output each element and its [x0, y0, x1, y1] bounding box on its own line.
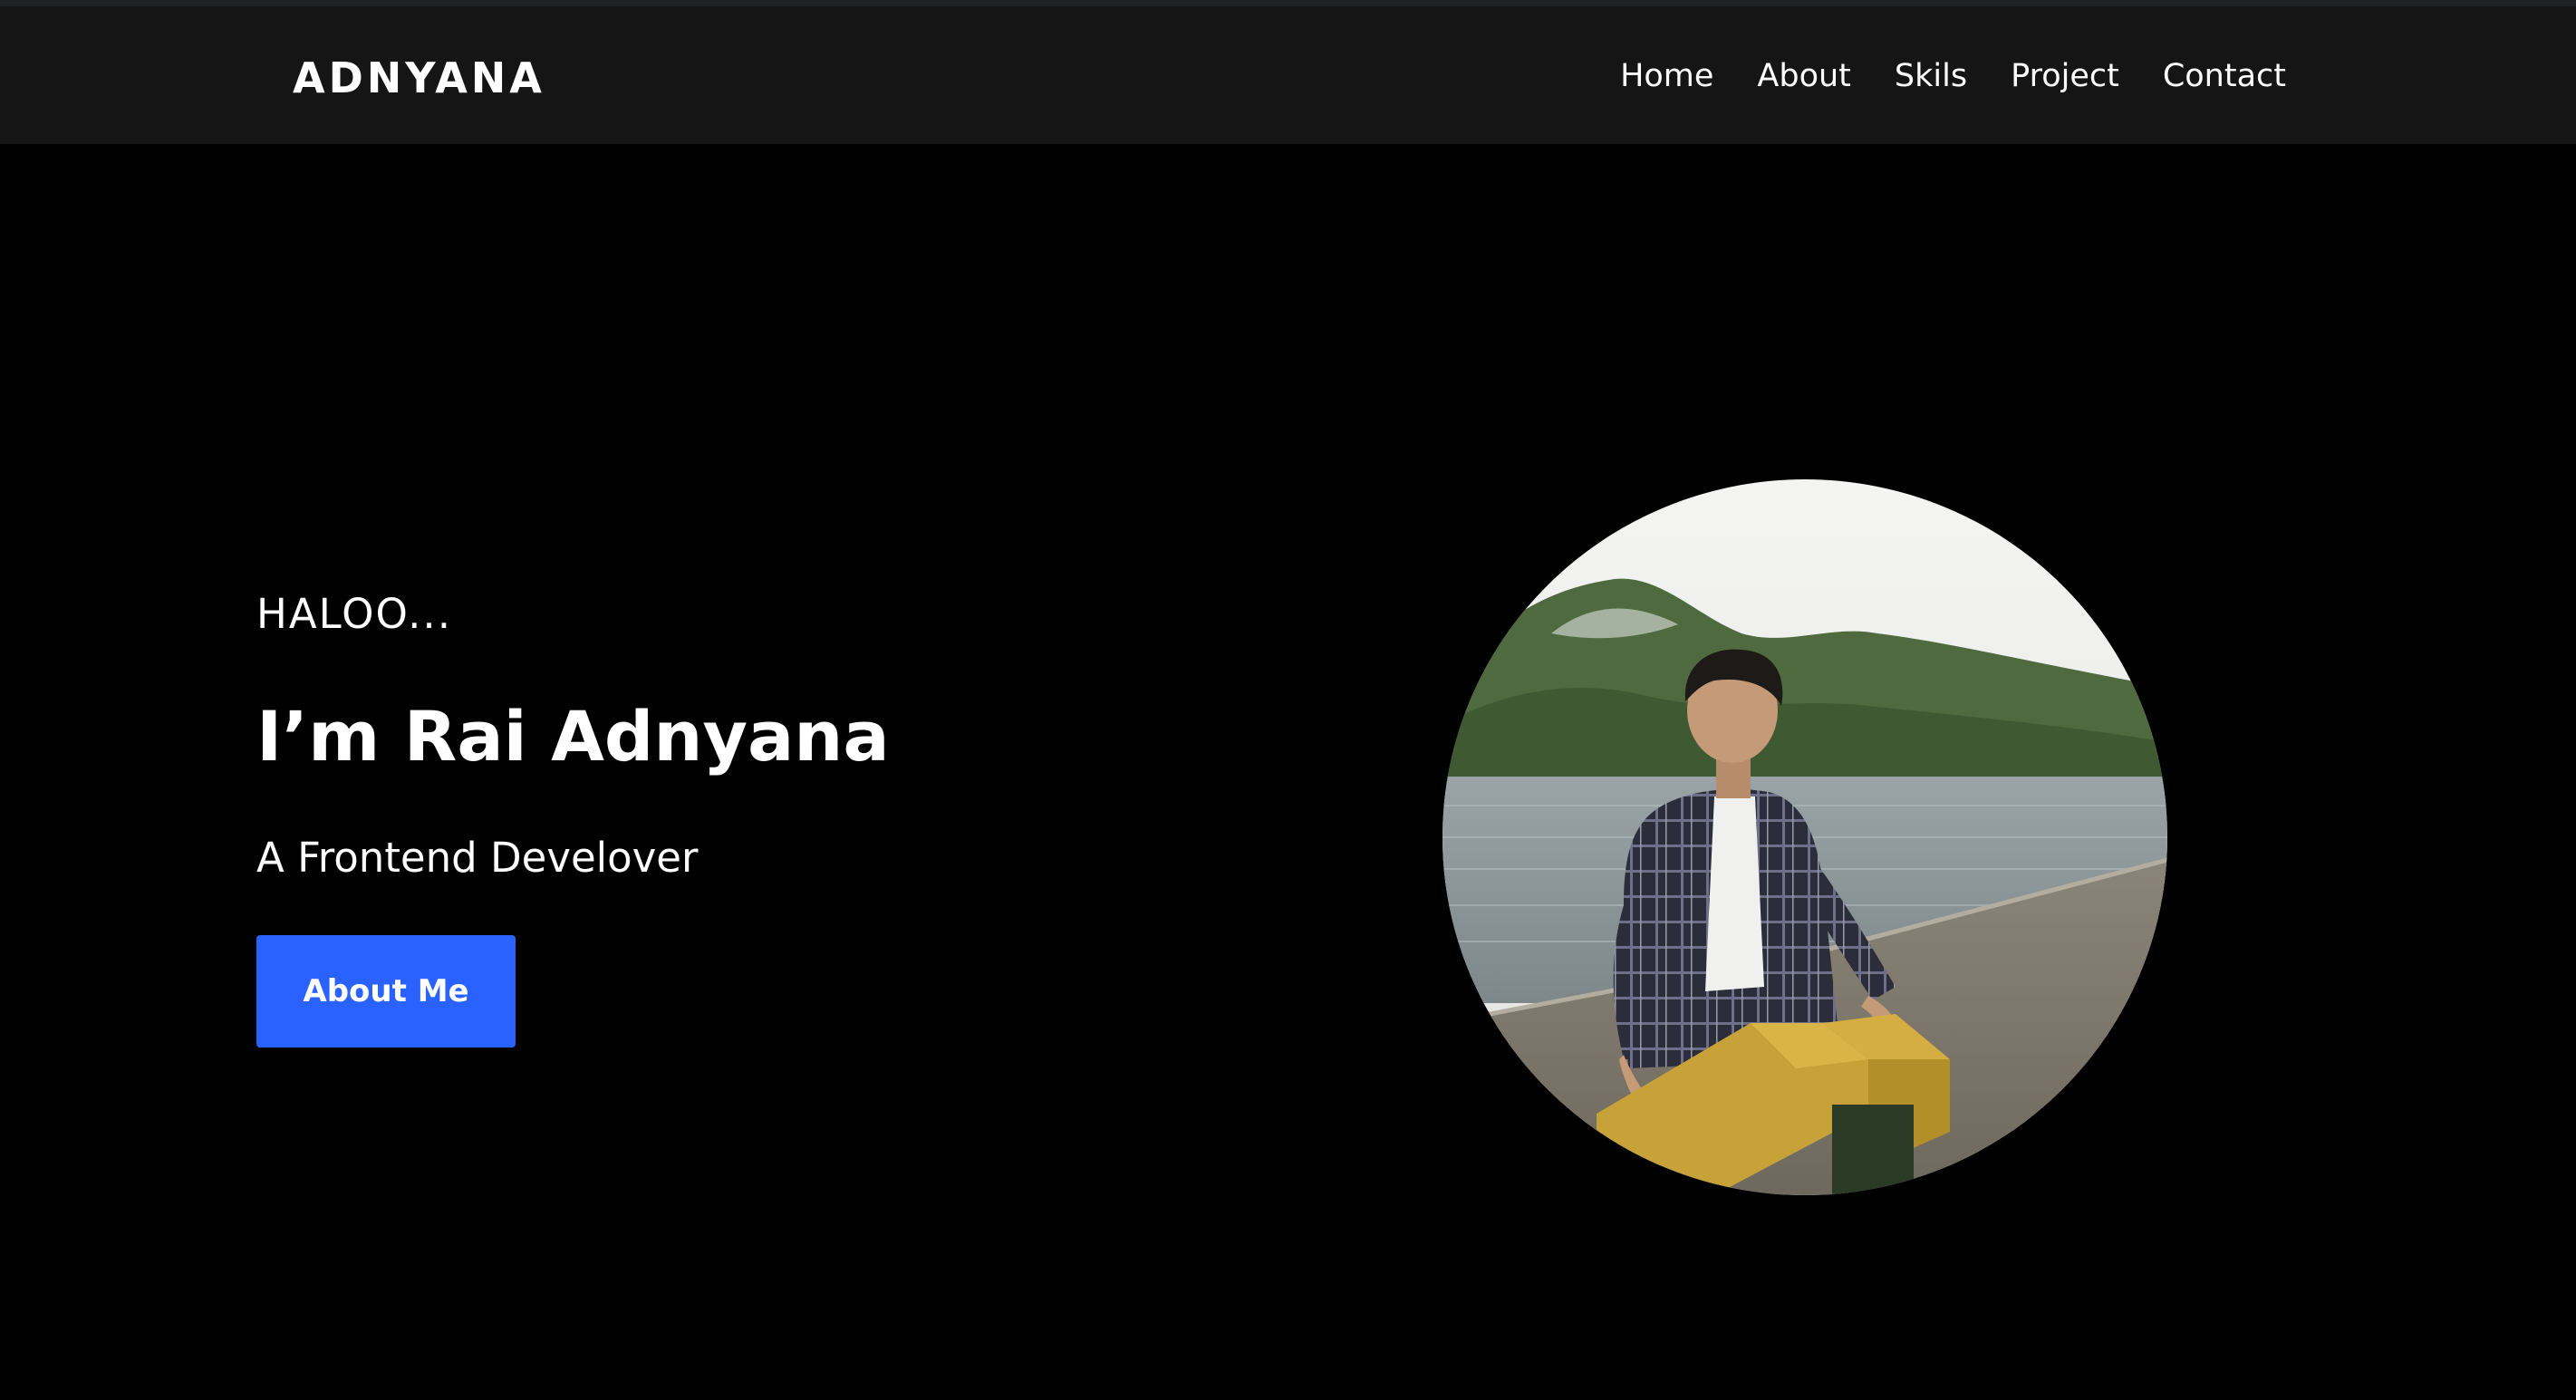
about-me-button[interactable]: About Me — [256, 935, 516, 1048]
nav-home-link[interactable]: Home — [1620, 58, 1713, 94]
nav-skils-link[interactable]: Skils — [1895, 58, 1967, 94]
nav-contact-link[interactable]: Contact — [2163, 58, 2286, 94]
nav-project-link[interactable]: Project — [2011, 58, 2119, 94]
brand-logo[interactable]: ADNYANA — [293, 53, 545, 102]
hero-name: I’m Rai Adnyana — [256, 696, 890, 777]
main-nav: Home About Skils Project Contact — [1620, 58, 2286, 94]
profile-photo-illustration — [1442, 479, 2167, 1195]
profile-photo — [1442, 479, 2167, 1195]
nav-about-link[interactable]: About — [1757, 58, 1850, 94]
navbar: ADNYANA Home About Skils Project Contact — [0, 6, 2576, 144]
hero-role: A Frontend Develover — [256, 834, 699, 882]
hero-greeting: HALOO... — [256, 590, 453, 638]
top-border — [0, 0, 2576, 6]
